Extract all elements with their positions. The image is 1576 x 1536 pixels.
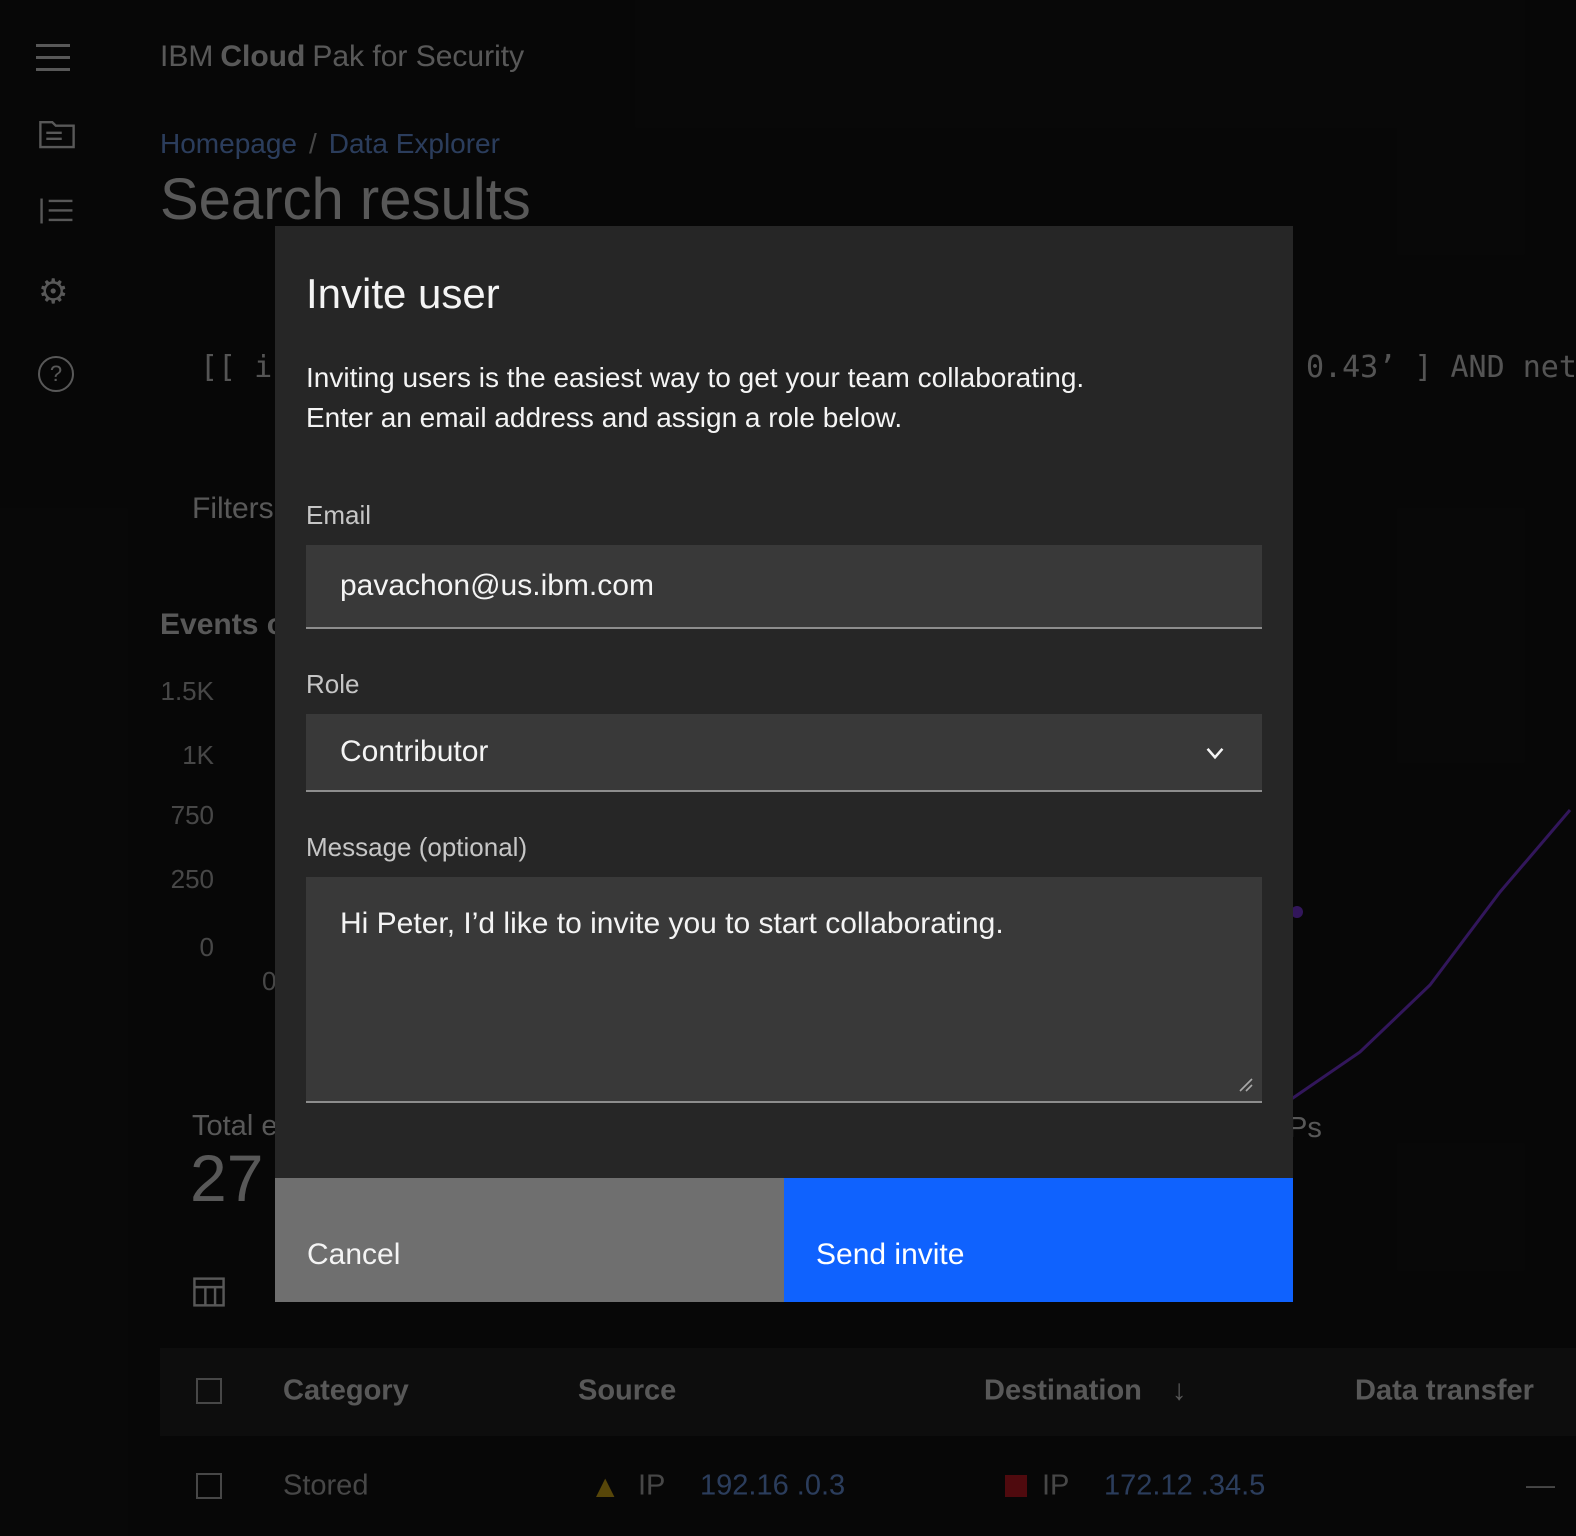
message-label: Message (optional): [306, 832, 1262, 863]
modal-description-line1: Inviting users is the easiest way to get…: [306, 362, 1084, 393]
message-field-wrap: Hi Peter, I’d like to invite you to star…: [306, 877, 1262, 1103]
message-field[interactable]: Hi Peter, I’d like to invite you to star…: [306, 877, 1262, 1103]
modal-title: Invite user: [306, 226, 1262, 318]
email-field[interactable]: [306, 545, 1262, 629]
cancel-button[interactable]: Cancel: [275, 1178, 784, 1302]
role-selected-value: Contributor: [340, 735, 1198, 769]
role-label: Role: [306, 669, 1262, 700]
chevron-down-icon: [1198, 735, 1232, 769]
invite-user-modal: Invite user Inviting users is the easies…: [275, 226, 1293, 1302]
modal-footer: Cancel Send invite: [275, 1178, 1293, 1302]
modal-description-line2: Enter an email address and assign a role…: [306, 402, 902, 433]
send-invite-button[interactable]: Send invite: [784, 1178, 1293, 1302]
modal-description: Inviting users is the easiest way to get…: [306, 358, 1262, 438]
role-select[interactable]: Contributor: [306, 714, 1262, 792]
resize-handle[interactable]: [1234, 1073, 1254, 1093]
email-label: Email: [306, 500, 1262, 531]
